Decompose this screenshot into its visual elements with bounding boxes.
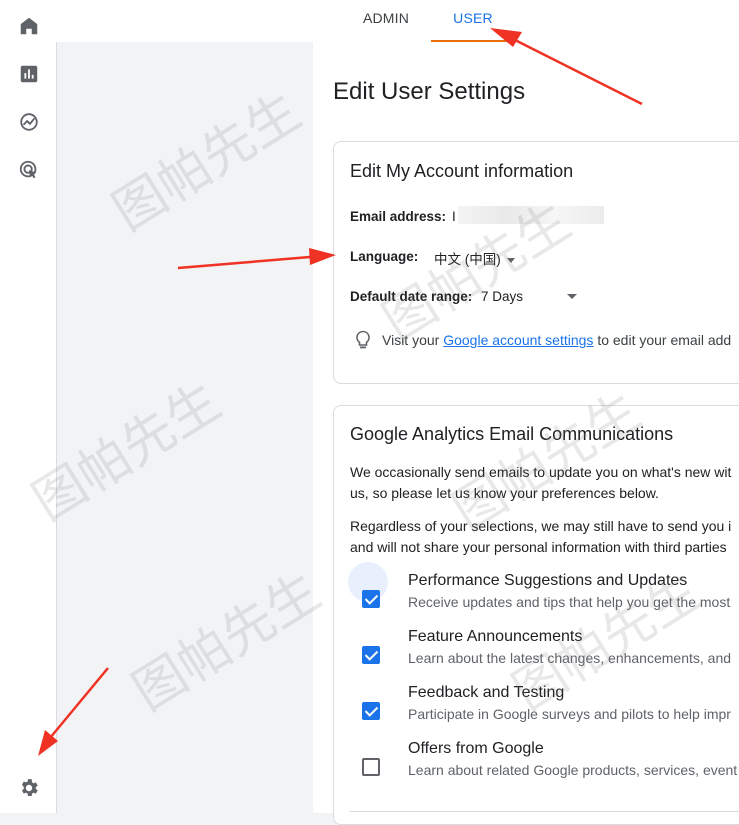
admin-user-tabs: ADMIN USER: [56, 0, 739, 42]
option-title: Feature Announcements: [408, 628, 583, 645]
option-title: Offers from Google: [408, 740, 544, 757]
language-label: Language:: [350, 249, 419, 264]
email-intro-line-2: us, so please let us know your preferenc…: [350, 485, 659, 501]
google-account-settings-link[interactable]: Google account settings: [443, 332, 593, 348]
language-select-value: 中文 (中国): [434, 252, 501, 267]
tab-user[interactable]: USER: [431, 0, 515, 42]
date-range-select[interactable]: 7 Days: [481, 289, 523, 304]
home-icon[interactable]: [16, 13, 42, 39]
option-title: Performance Suggestions and Updates: [408, 572, 688, 589]
email-card-title: Google Analytics Email Communications: [350, 424, 674, 444]
email-label: Email address:: [350, 209, 447, 224]
email-communications-card: Google Analytics Email Communications We…: [333, 405, 739, 825]
account-settings-hint: Visit your Google account settings to ed…: [354, 330, 731, 350]
explore-icon[interactable]: [16, 109, 42, 135]
offers-from-google-checkbox[interactable]: [362, 758, 380, 776]
email-intro-line-1: We occasionally send emails to update yo…: [350, 464, 732, 480]
tab-admin[interactable]: ADMIN: [348, 0, 424, 42]
feedback-testing-checkbox[interactable]: [362, 702, 380, 720]
account-card-title: Edit My Account information: [350, 161, 574, 181]
email-notice-line-1: Regardless of your selections, we may st…: [350, 518, 732, 534]
email-notice: Regardless of your selections, we may st…: [350, 516, 739, 558]
watermark: 图帕先生: [102, 81, 312, 243]
lightbulb-icon: [356, 330, 370, 349]
date-range-label: Default date range:: [350, 289, 473, 304]
hint-prefix: Visit your: [382, 332, 444, 348]
gear-icon[interactable]: [16, 775, 42, 801]
divider: [350, 811, 739, 812]
watermark: 图帕先生: [122, 561, 332, 723]
page-title: Edit User Settings: [333, 78, 526, 105]
chevron-down-icon: [506, 257, 515, 263]
email-value: I: [452, 209, 456, 224]
redacted-email: [458, 206, 604, 224]
left-nav-rail: [0, 0, 57, 813]
account-info-card: Edit My Account information Email addres…: [333, 141, 739, 384]
option-title: Feedback and Testing: [408, 684, 565, 701]
hint-suffix: to edit your email add: [593, 332, 732, 348]
chevron-down-icon[interactable]: [567, 294, 577, 299]
option-description: Participate in Google surveys and pilots…: [408, 706, 731, 722]
email-intro: We occasionally send emails to update yo…: [350, 462, 739, 504]
reports-icon[interactable]: [16, 61, 42, 87]
option-description: Learn about the latest changes, enhancem…: [408, 650, 732, 666]
option-description: Receive updates and tips that help you g…: [408, 594, 731, 610]
main-content: Edit User Settings Edit My Account infor…: [313, 42, 739, 825]
advertising-icon[interactable]: [16, 157, 42, 183]
performance-suggestions-checkbox[interactable]: [362, 590, 380, 608]
feature-announcements-checkbox[interactable]: [362, 646, 380, 664]
option-description: Learn about related Google products, ser…: [408, 762, 738, 778]
language-select[interactable]: 中文 (中国): [434, 248, 515, 268]
email-notice-line-2: and will not share your personal informa…: [350, 539, 727, 555]
